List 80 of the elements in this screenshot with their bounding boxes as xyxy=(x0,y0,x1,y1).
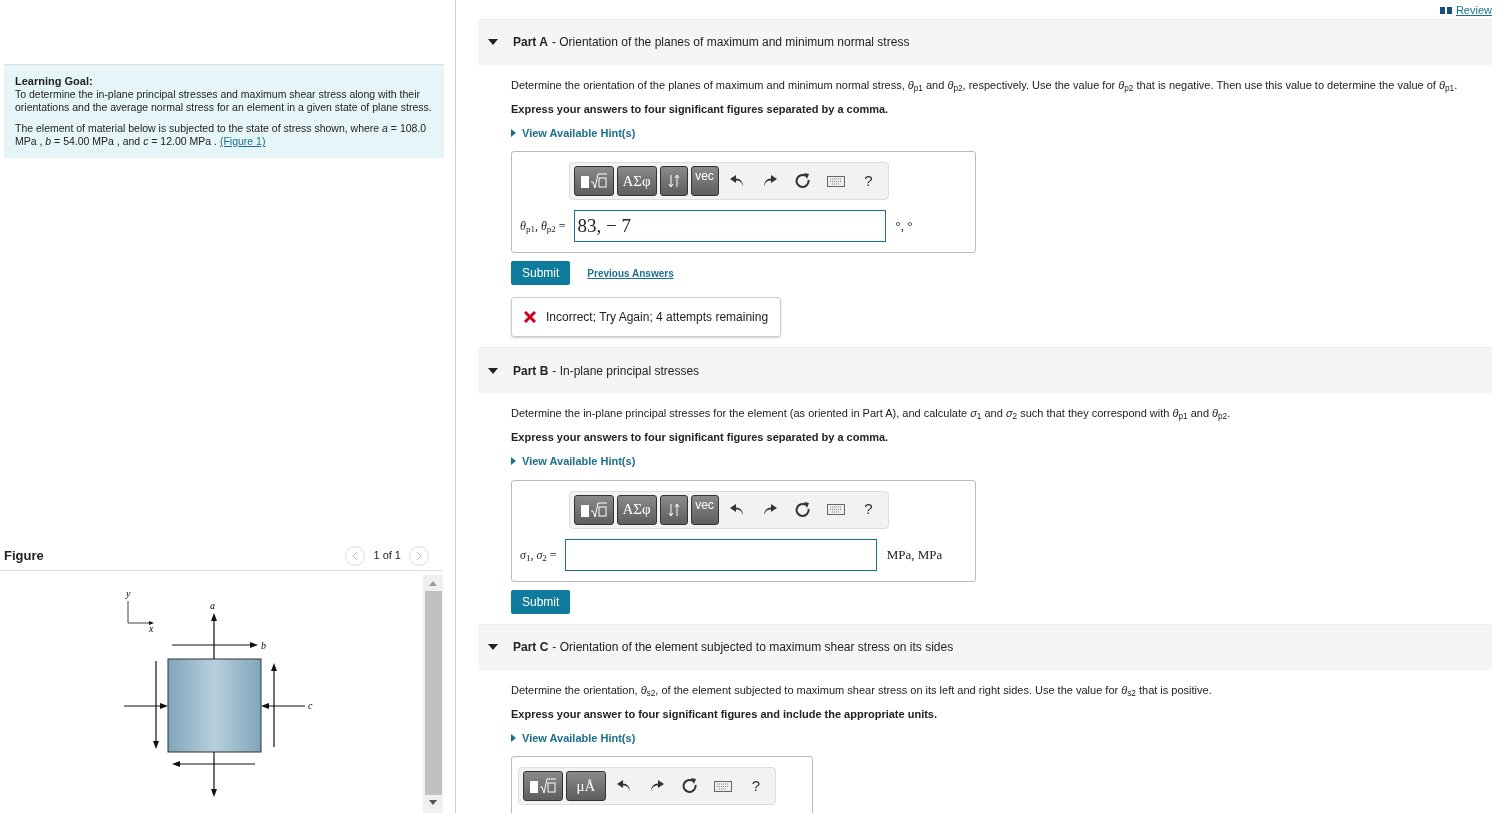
part-header[interactable]: Part B - In-plane principal stresses xyxy=(478,347,1492,393)
answer-label: θ$_{p1}$, θ$_{p2}$ = xyxy=(520,218,566,235)
symbols-button[interactable]: ΑΣφ xyxy=(616,166,657,196)
hint-link[interactable]: View Available Hint(s) xyxy=(511,729,636,746)
answer-label: σ$_{1}$, σ$_{2}$ = xyxy=(520,546,557,564)
undo-icon xyxy=(729,503,744,516)
part-title: - In-plane principal stresses xyxy=(552,362,700,380)
vector-button[interactable]: vec xyxy=(690,494,719,525)
part-label: Part B xyxy=(513,362,549,380)
stress-label: b xyxy=(261,640,266,651)
templates-icon xyxy=(528,777,558,795)
reset-icon xyxy=(794,173,811,189)
help-button[interactable]: ? xyxy=(853,166,884,196)
previous-answers-link[interactable]: Previous Answers xyxy=(587,265,674,281)
question-text: Determine the orientation of the planes of maximum and minimum normal stress, θ$_{p1}$ and θ$_{p2}$, respectively. Use the value for θ$_{p2}$ that is negative. Then use this value to determine the value of θ$_{p1}$. xyxy=(511,77,1459,95)
up-down-arrows-icon xyxy=(667,174,680,188)
help-button[interactable]: ? xyxy=(853,494,884,525)
chevron-right-icon xyxy=(416,550,422,561)
axis-label: x xyxy=(149,623,154,634)
pager-text: 1 of 1 xyxy=(373,548,401,564)
undo-icon xyxy=(729,175,744,187)
scroll-down-icon[interactable] xyxy=(429,800,437,805)
units-text: °, ° xyxy=(895,217,913,236)
symbols-button[interactable]: μÅ xyxy=(566,771,606,801)
caret-right-icon xyxy=(511,128,516,137)
hint-link[interactable]: View Available Hint(s) xyxy=(511,453,636,470)
instruction-text: Express your answers to four significant figures separated by a comma. xyxy=(511,430,890,445)
templates-icon xyxy=(578,172,609,190)
part-header[interactable]: Part C - Orientation of the element subjected to maximum shear stress on its sides xyxy=(478,623,1492,670)
redo-icon xyxy=(762,175,777,187)
stress-label: a xyxy=(210,600,215,611)
figure-link[interactable]: (Figure 1) xyxy=(219,135,266,147)
reset-icon xyxy=(794,501,811,518)
keyboard-icon xyxy=(826,175,845,187)
subscript-button[interactable] xyxy=(659,494,688,525)
keyboard-icon xyxy=(714,780,732,792)
redo-icon xyxy=(762,503,777,516)
problem-text: The element of material below is subjected to the state of stress shown, where a = 108.0 MPa , b = 54.00 MPa , and c = 12.00 MPa . (Figure 1) xyxy=(15,122,428,148)
templates-icon xyxy=(578,500,609,519)
answer-field[interactable]: 83, − 7 xyxy=(573,210,886,242)
templates-button[interactable] xyxy=(573,166,614,196)
reset-icon xyxy=(682,778,698,794)
feedback-text: Incorrect; Try Again; 4 attempts remaining xyxy=(546,309,769,326)
caret-right-icon xyxy=(511,457,516,466)
figure-title: Figure xyxy=(4,546,44,565)
part-label: Part C xyxy=(513,639,549,656)
question-text: Determine the in-plane principal stresses for the element (as oriented in Part A), and calculate σ$_{1}$ and σ$_{2}$ such that they correspond with θ$_{p1}$ and θ$_{p2}$. xyxy=(511,406,1232,424)
submit-button[interactable]: Submit xyxy=(511,261,571,285)
instruction-text: Express your answer to four significant figures and include the appropriate units. xyxy=(511,706,939,722)
scrollbar[interactable] xyxy=(423,575,443,813)
part-label: Part A xyxy=(513,34,548,51)
subscript-button[interactable] xyxy=(659,166,688,196)
caret-right-icon xyxy=(511,733,516,742)
symbols-button[interactable]: ΑΣφ xyxy=(616,494,657,525)
chevron-left-icon xyxy=(352,550,359,561)
undo-icon xyxy=(617,780,631,792)
keyboard-icon xyxy=(826,504,845,515)
learning-goal-text: To determine the in-plane principal stresses and maximum shear stress along with their orientations and the average normal stress for an element in a given state of plane stress. xyxy=(15,88,433,114)
up-down-arrows-icon xyxy=(667,502,680,517)
answer-field[interactable] xyxy=(564,538,877,571)
book-icon xyxy=(1439,6,1452,14)
templates-button[interactable] xyxy=(573,494,614,525)
question-text: Determine the orientation, θ$_{s2}$, of the element subjected to maximum shear stress on its left and right sides. Use the value for θ$_{s2}$ that is positive. xyxy=(511,682,1213,700)
templates-button[interactable] xyxy=(523,771,563,801)
units-text: MPa, MPa xyxy=(886,545,943,564)
axes-icon xyxy=(127,600,154,625)
review-link[interactable]: Review xyxy=(1439,2,1492,19)
submit-button[interactable]: Submit xyxy=(511,589,571,614)
hint-link[interactable]: View Available Hint(s) xyxy=(511,124,636,141)
help-button[interactable]: ? xyxy=(741,771,771,801)
cross-icon xyxy=(524,311,536,323)
learning-goal-title: Learning Goal: xyxy=(15,75,94,88)
instruction-text: Express your answers to four significant figures separated by a comma. xyxy=(511,101,890,117)
redo-icon xyxy=(650,780,664,792)
part-title: - Orientation of the element subjected to maximum shear stress on its sides xyxy=(552,639,954,656)
part-header[interactable]: Part A - Orientation of the planes of maximum and minimum normal stress xyxy=(478,18,1492,65)
stress-label: c xyxy=(308,700,313,711)
axis-label: y xyxy=(126,589,131,599)
part-title: - Orientation of the planes of maximum and minimum normal stress xyxy=(551,34,910,51)
vector-button[interactable]: vec xyxy=(690,166,719,196)
